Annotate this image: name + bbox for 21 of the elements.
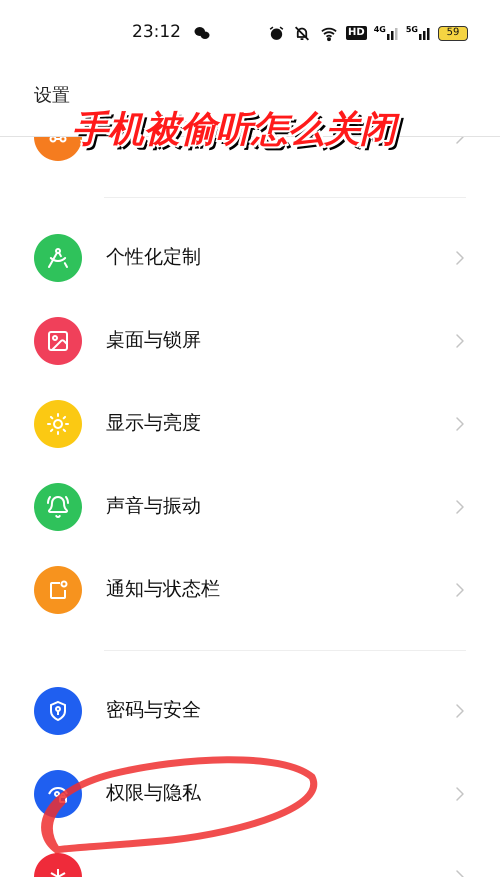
row-label: 通知与状态栏 (106, 577, 220, 602)
page-title: 设置 (34, 84, 70, 108)
sun-icon (46, 412, 70, 436)
row-label: 显示与亮度 (106, 411, 201, 436)
image-icon (46, 328, 70, 352)
row-label: 密码与安全 (106, 698, 201, 724)
row-label: 声音与振动 (106, 494, 201, 520)
clock: 23:12 (132, 21, 181, 44)
row-label: 个性化定制 (106, 245, 201, 270)
row-label: 权限与隐私 (106, 781, 201, 806)
battery-percent: 59 (446, 28, 460, 38)
signal-icon (419, 26, 431, 40)
network-label: 5G (406, 26, 418, 34)
hd-badge: HD (346, 26, 367, 40)
chat-icon (193, 24, 211, 42)
row-label: 桌面与锁屏 (106, 328, 201, 354)
network-label: 4G (374, 26, 386, 34)
compass-icon (46, 246, 70, 270)
signal-icon (386, 26, 399, 40)
alarm-icon (268, 24, 286, 42)
bell-icon (46, 494, 70, 518)
